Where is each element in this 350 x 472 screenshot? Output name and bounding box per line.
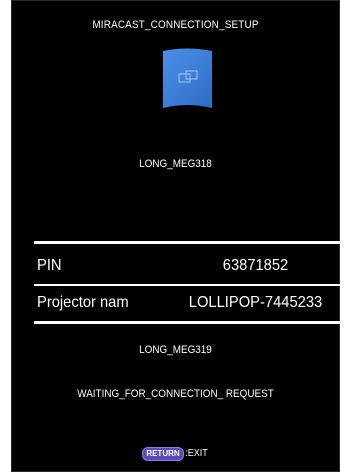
device-name: LONG_MEG318 (139, 158, 212, 170)
projector-name-label: Projector nam (37, 294, 129, 311)
exit-hint: RETURN:EXIT (12, 447, 339, 462)
divider (34, 321, 347, 324)
divider (34, 241, 347, 244)
wireless-display-icon (159, 48, 216, 111)
pin-label: PIN (37, 257, 62, 274)
peer-device-name: LONG_MEG319 (139, 344, 212, 356)
pin-value: 63871852 (222, 257, 289, 274)
connection-status: WAITING_FOR_CONNECTION_ REQUEST (77, 388, 274, 400)
page-title: MIRACAST_CONNECTION_SETUP (92, 19, 259, 31)
projector-name-row: Projector nam LOLLIPOP-7445233 (34, 289, 347, 319)
projector-name-value: LOLLIPOP-7445233 (188, 294, 323, 311)
return-key-button[interactable]: RETURN (142, 447, 184, 461)
pin-row: PIN 63871852 (34, 252, 347, 282)
exit-label: :EXIT (184, 448, 208, 459)
miracast-setup-panel: MIRACAST_CONNECTION_SETUP LONG_MEG318 PI… (11, 0, 347, 472)
divider (34, 284, 347, 286)
